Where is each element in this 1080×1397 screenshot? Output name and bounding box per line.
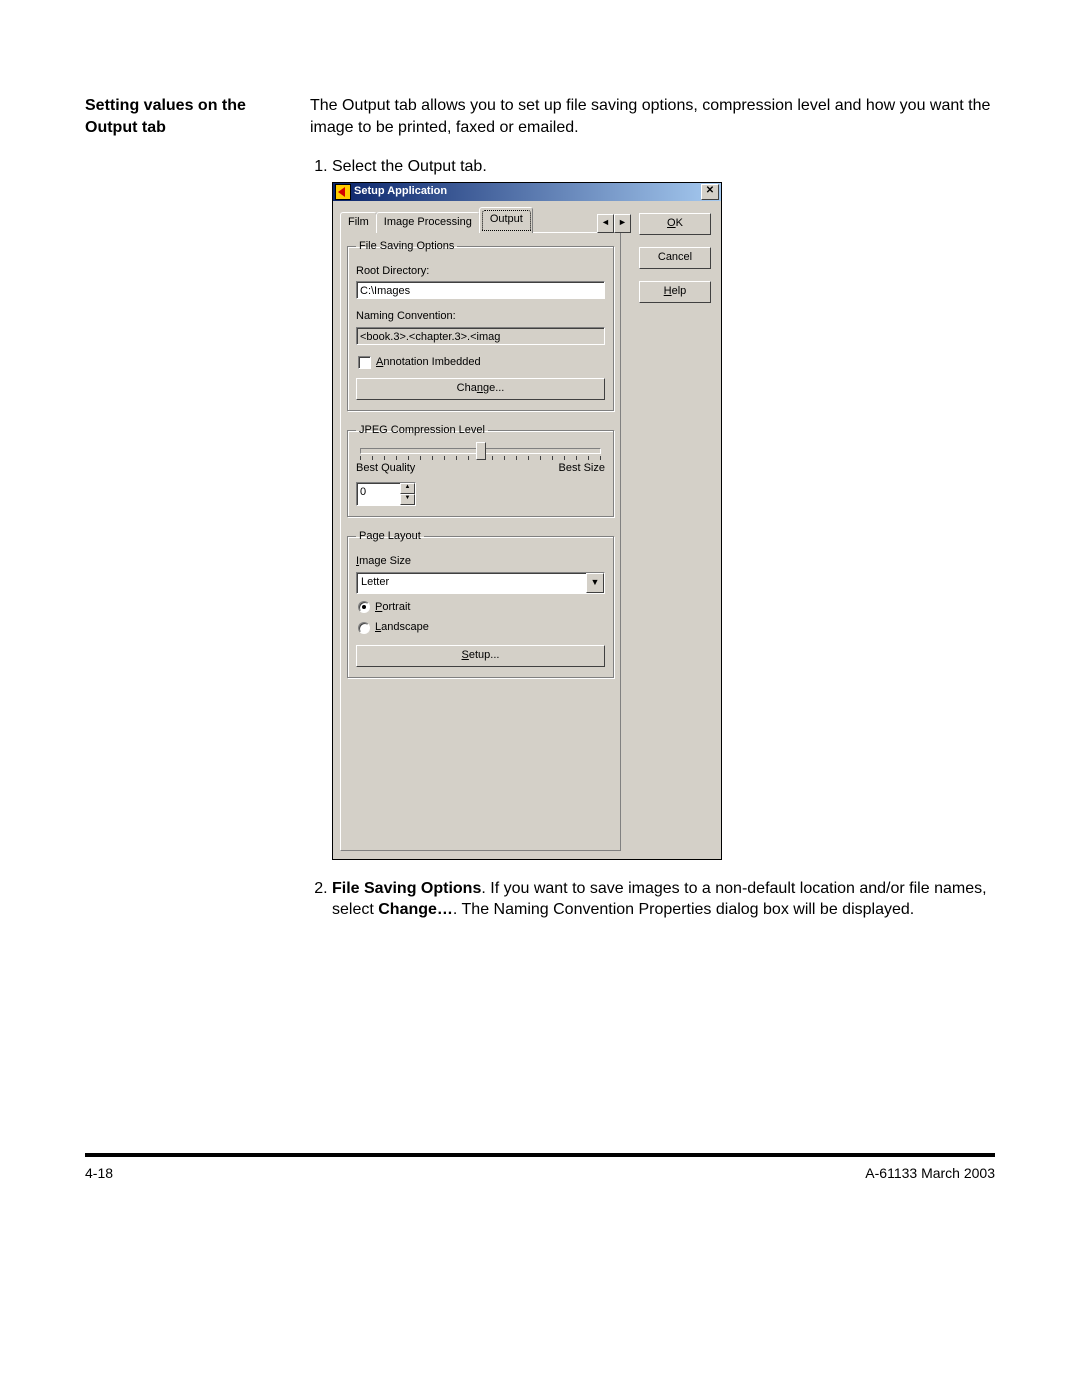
root-directory-input[interactable]: C:\Images [356,281,605,299]
root-directory-label: Root Directory: [356,264,605,279]
dialog-title: Setup Application [354,184,447,199]
dropdown-icon[interactable]: ▼ [586,573,604,593]
image-size-label: Image Size [356,554,605,569]
titlebar: Setup Application ✕ [333,183,721,201]
step-1-text: Select the Output tab. [332,158,487,175]
spinner-down-icon[interactable]: ▼ [400,494,415,505]
naming-convention-input[interactable]: <book.3>.<chapter.3>.<imag [356,327,605,345]
compression-value[interactable]: 0 [357,483,400,505]
slider-thumb-icon[interactable] [476,442,486,460]
best-size-label: Best Size [559,461,605,476]
step-2-text-2: . The Naming Convention Properties dialo… [453,901,914,918]
best-quality-label: Best Quality [356,461,415,476]
change-button[interactable]: Change... [356,378,605,400]
tab-output[interactable]: Output [482,210,531,231]
ok-button[interactable]: OK [639,213,711,235]
file-saving-legend: File Saving Options [356,239,457,254]
page-number: 4-18 [85,1165,113,1181]
step-2-bold: File Saving Options [332,880,481,897]
setup-application-dialog: Setup Application ✕ Film Image Processin… [332,182,722,860]
help-button[interactable]: Help [639,281,711,303]
tab-film[interactable]: Film [340,212,377,233]
compression-value-spinner[interactable]: 0 ▲ ▼ [356,482,416,506]
tab-row: Film Image Processing Output ◄ ► [340,211,631,233]
jpeg-compression-group: JPEG Compression Level Best Quality Best… [347,423,614,517]
compression-slider[interactable] [360,448,601,454]
file-saving-options-group: File Saving Options Root Directory: C:\I… [347,239,614,411]
naming-convention-label: Naming Convention: [356,309,605,324]
portrait-label: Portrait [375,600,410,615]
page-layout-legend: Page Layout [356,529,424,544]
step-2-bold-2: Change… [378,901,453,918]
step-2: File Saving Options. If you want to save… [332,878,995,921]
tab-image-processing[interactable]: Image Processing [376,212,480,233]
output-tab-panel: File Saving Options Root Directory: C:\I… [340,232,621,851]
spinner-up-icon[interactable]: ▲ [400,483,415,494]
intro-paragraph: The Output tab allows you to set up file… [310,95,995,138]
annotation-imbedded-checkbox[interactable] [358,356,371,369]
tab-scroll-right-icon[interactable]: ► [614,214,631,233]
jpeg-legend: JPEG Compression Level [356,423,488,438]
page-layout-group: Page Layout Image Size Letter ▼ [347,529,614,678]
landscape-label: Landscape [375,620,429,635]
doc-id: A-61133 March 2003 [865,1165,995,1181]
setup-button[interactable]: Setup... [356,645,605,667]
section-heading: Setting values on the Output tab [85,95,280,933]
step-1: Select the Output tab. Setup Application… [332,156,995,860]
image-size-select[interactable]: Letter ▼ [356,572,605,594]
close-icon[interactable]: ✕ [701,184,719,200]
portrait-radio[interactable] [358,601,370,613]
cancel-button[interactable]: Cancel [639,247,711,269]
tab-scroll-left-icon[interactable]: ◄ [597,214,614,233]
app-icon [335,184,351,200]
landscape-radio[interactable] [358,622,370,634]
annotation-imbedded-label: Annotation Imbedded [376,355,481,370]
